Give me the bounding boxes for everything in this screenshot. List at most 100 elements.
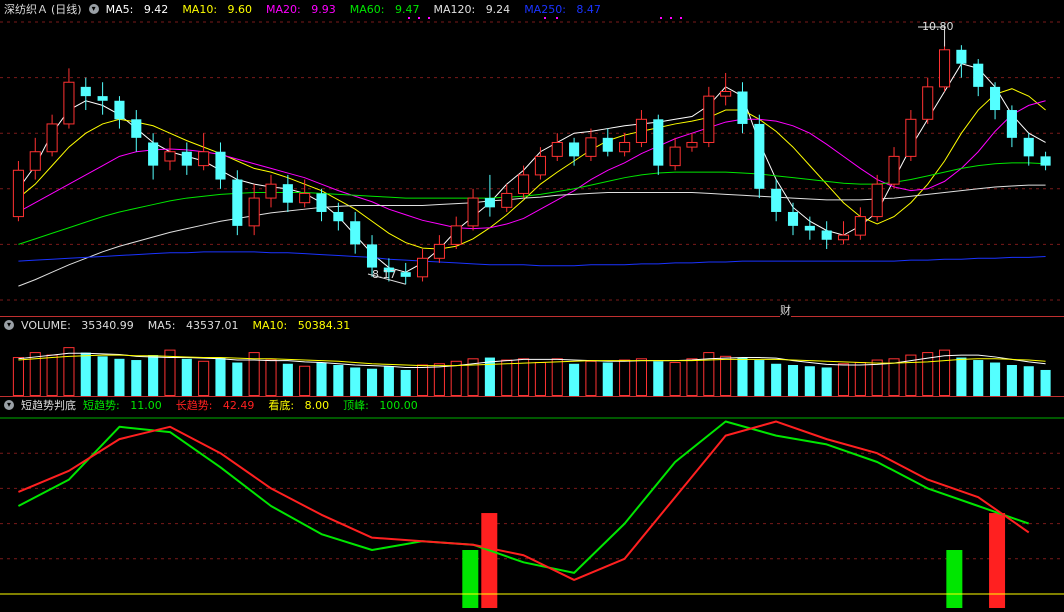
signal-dot bbox=[670, 17, 672, 19]
volume-bar-down bbox=[366, 368, 378, 396]
volume-bar-up bbox=[198, 360, 210, 396]
signal-dot bbox=[556, 17, 558, 19]
candle-up bbox=[720, 91, 732, 97]
volume-ma5-label: MA5: bbox=[147, 319, 179, 332]
signal-dot bbox=[544, 17, 546, 19]
volume-legend: ▾ VOLUME: 35340.99 MA5: 43537.01 MA10: 5038… bbox=[4, 319, 364, 333]
candle-up bbox=[164, 151, 176, 162]
candle-down bbox=[350, 221, 361, 245]
candle-up bbox=[871, 183, 883, 218]
volume-bar-up bbox=[63, 347, 75, 396]
candle-down bbox=[131, 119, 142, 138]
candle-up bbox=[450, 225, 462, 245]
financial-marker[interactable]: 财 bbox=[780, 302, 791, 318]
signal-dot bbox=[428, 17, 430, 19]
price-panel[interactable]: 深纺织Ａ (日线) ▾ MA5: 9.42 MA10: 9.60 MA20: 9.93 MA… bbox=[0, 0, 1064, 318]
long-trend-label: 长趋势: bbox=[175, 399, 216, 412]
top-level-label: 顶峰: bbox=[343, 399, 373, 412]
stock-name: 深纺织Ａ bbox=[4, 3, 48, 16]
candle-up bbox=[12, 169, 24, 218]
volume-bar-down bbox=[316, 362, 327, 396]
signal-bar-green bbox=[946, 550, 963, 608]
candle-up bbox=[63, 81, 75, 125]
candle-down bbox=[232, 179, 243, 226]
candle-up bbox=[198, 151, 210, 167]
short-trend: 短趋势: 11.00 bbox=[83, 399, 169, 412]
ma-value: 8.47 bbox=[576, 3, 601, 16]
volume-ma5: MA5: 43537.01 bbox=[148, 319, 246, 332]
volume-bar-up bbox=[46, 354, 58, 396]
candle-up bbox=[905, 118, 917, 157]
volume-bar-up bbox=[686, 358, 698, 396]
chevron-down-icon[interactable]: ▾ bbox=[88, 4, 99, 14]
chevron-down-icon[interactable]: ▾ bbox=[4, 400, 14, 410]
volume-bar-up bbox=[518, 358, 530, 396]
candle-up bbox=[888, 155, 900, 185]
volume-bar-up bbox=[585, 360, 597, 396]
volume-bar-down bbox=[771, 363, 782, 396]
candle-up bbox=[703, 95, 715, 143]
volume-bar-down bbox=[215, 357, 226, 396]
volume-bar-up bbox=[501, 359, 513, 396]
volume-bar-down bbox=[383, 366, 394, 396]
volume-bar-down bbox=[602, 362, 613, 396]
indicator-panel[interactable]: ▾ 短趋势判底 短趋势: 11.00 长趋势: 42.49 看底: 8.00 顶峰: 10… bbox=[0, 396, 1064, 612]
volume-bar-down bbox=[350, 367, 361, 396]
chevron-down-icon[interactable]: ▾ bbox=[4, 320, 14, 330]
candle-up bbox=[585, 137, 597, 157]
candle-down bbox=[973, 63, 984, 87]
candle-down bbox=[484, 198, 495, 208]
bottom-level-value: 8.00 bbox=[304, 399, 330, 412]
ma-label: MA10: bbox=[182, 3, 221, 16]
candle-up bbox=[686, 141, 698, 148]
ma-label: MA250: bbox=[524, 3, 570, 16]
volume-ma10-label: MA10: bbox=[252, 319, 291, 332]
candle-up bbox=[265, 183, 277, 199]
ma-legend: MA5: 9.42 MA10: 9.60 MA20: 9.93 MA60: 9.47 M… bbox=[106, 3, 615, 16]
ma-label: MA5: bbox=[105, 3, 137, 16]
candle-down bbox=[366, 244, 378, 268]
ma-label: MA20: bbox=[266, 3, 305, 16]
candle-up bbox=[635, 118, 648, 143]
volume-bar-up bbox=[433, 363, 445, 396]
volume-bar-up bbox=[669, 362, 681, 396]
indicator-title: 短趋势判底 bbox=[21, 399, 76, 412]
candle-down bbox=[771, 188, 782, 212]
volume-bar-down bbox=[973, 360, 984, 396]
volume-bar-up bbox=[871, 359, 883, 396]
volume-bar-down bbox=[1040, 369, 1051, 396]
signal-dot bbox=[418, 17, 420, 19]
long-trend-value: 42.49 bbox=[222, 399, 255, 412]
candle-up bbox=[854, 216, 866, 236]
candle-down bbox=[787, 211, 799, 226]
trend-line-0 bbox=[17, 420, 1030, 574]
candle-down bbox=[333, 211, 344, 222]
candle-down bbox=[653, 119, 664, 166]
candle-down bbox=[148, 142, 159, 166]
volume-bar-down bbox=[990, 362, 1001, 396]
indicator-chart[interactable] bbox=[0, 396, 1064, 612]
ma-value: 9.42 bbox=[143, 3, 169, 16]
candle-up bbox=[551, 141, 563, 157]
high-price-label: 10.80 bbox=[922, 20, 954, 33]
volume-bar-down bbox=[114, 358, 125, 396]
volume-bar-up bbox=[450, 360, 462, 396]
volume-bar-up bbox=[551, 358, 563, 396]
top-level-value: 100.00 bbox=[379, 399, 418, 412]
volume-panel[interactable]: ▾ VOLUME: 35340.99 MA5: 43537.01 MA10: 5038… bbox=[0, 316, 1064, 396]
candlestick-chart[interactable] bbox=[0, 0, 1064, 316]
candle-down bbox=[821, 230, 832, 240]
signal-dot bbox=[660, 17, 662, 19]
ma-legend-item: MA20: 9.93 bbox=[266, 3, 343, 16]
ma-value: 9.24 bbox=[485, 3, 511, 16]
volume-bar-up bbox=[265, 359, 277, 396]
volume-bar-up bbox=[12, 357, 24, 396]
volume-bar-down bbox=[787, 365, 799, 396]
volume-bar-down bbox=[821, 367, 832, 396]
ma-legend-item: MA250: 8.47 bbox=[524, 3, 608, 16]
signal-dot bbox=[408, 17, 410, 19]
candle-up bbox=[518, 174, 530, 194]
price-legend: 深纺织Ａ (日线) ▾ MA5: 9.42 MA10: 9.60 MA20: 9.93 MA… bbox=[4, 3, 615, 17]
candle-up bbox=[248, 197, 260, 227]
volume-bar-down bbox=[1023, 366, 1034, 396]
